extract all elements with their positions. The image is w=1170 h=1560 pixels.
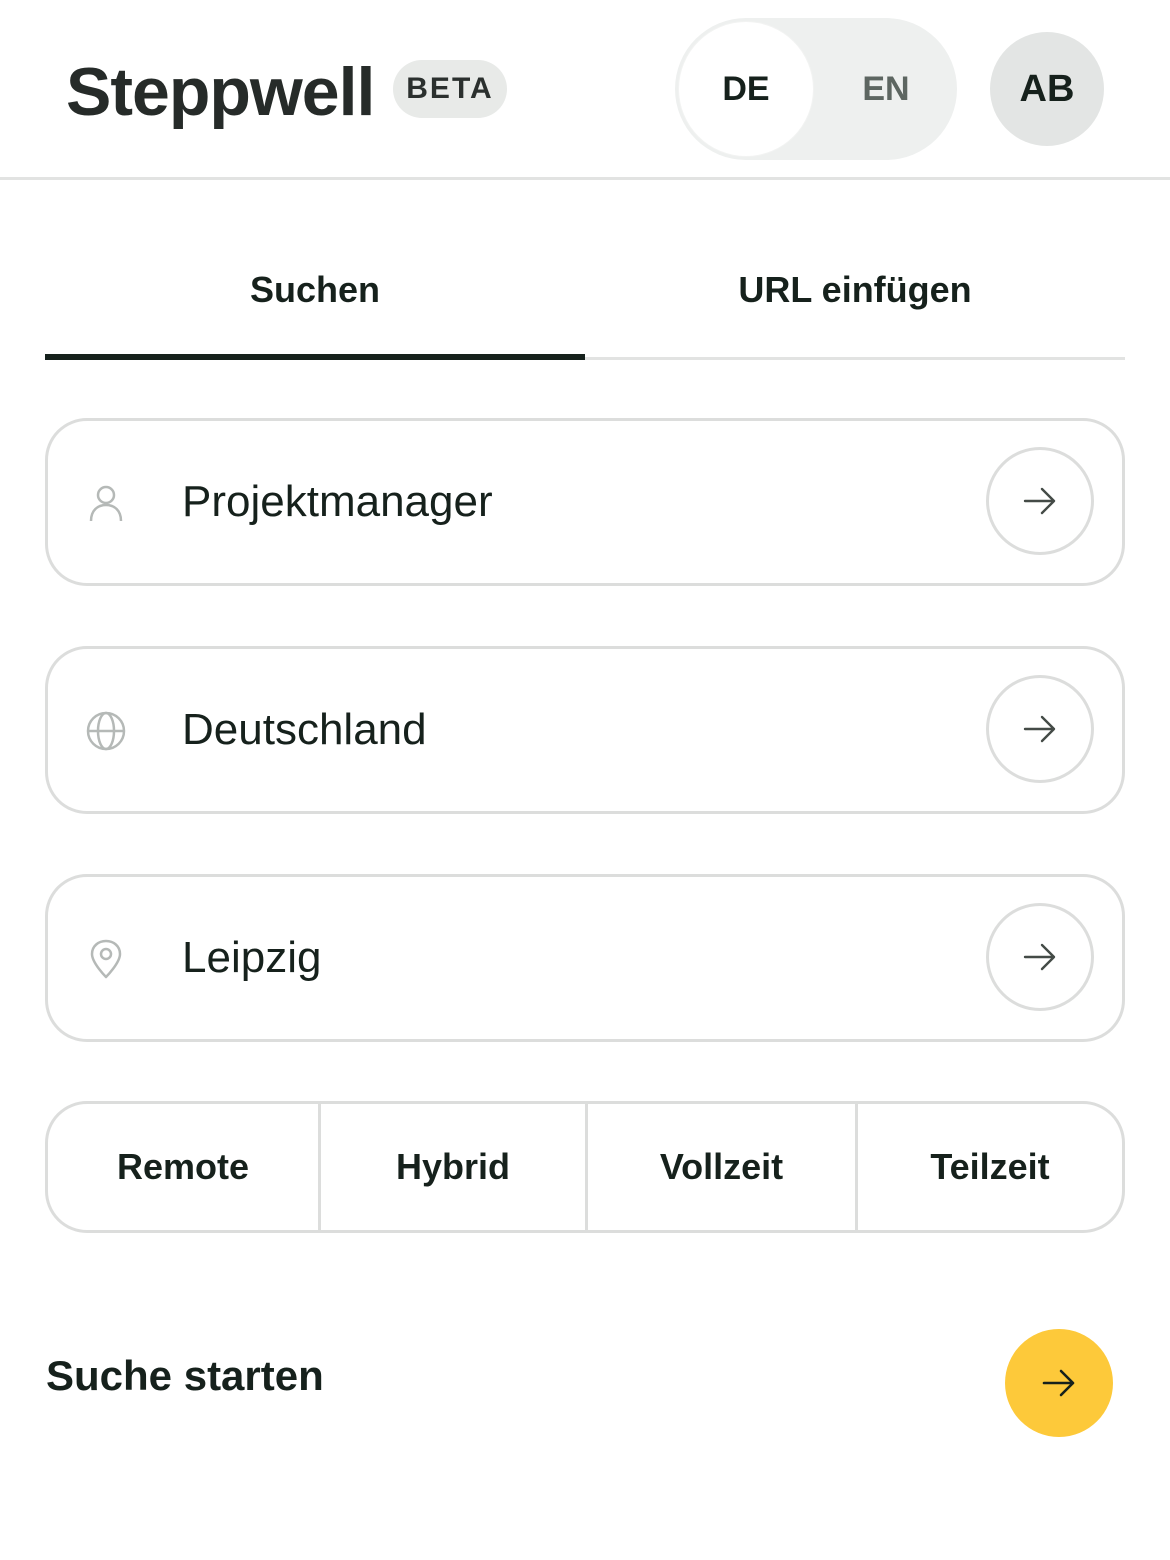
job-title-go-button[interactable]: [986, 447, 1094, 555]
city-go-button[interactable]: [986, 903, 1094, 1011]
tab-url-einfuegen[interactable]: URL einfügen: [585, 230, 1125, 357]
app-header: Steppwell BETA DE EN AB: [0, 0, 1170, 180]
job-title-value: Projektmanager: [182, 477, 493, 526]
language-option-de[interactable]: DE: [679, 22, 813, 156]
start-search-label[interactable]: Suche starten: [46, 1352, 324, 1400]
search-mode-tabs: Suchen URL einfügen: [45, 230, 1125, 360]
user-avatar[interactable]: AB: [990, 32, 1104, 146]
location-pin-icon: [90, 939, 122, 979]
country-value: Deutschland: [182, 705, 427, 754]
job-type-filters: Remote Hybrid Vollzeit Teilzeit: [45, 1101, 1125, 1233]
country-go-button[interactable]: [986, 675, 1094, 783]
city-value: Leipzig: [182, 933, 322, 982]
language-toggle[interactable]: DE EN: [675, 18, 957, 160]
person-icon: [89, 485, 123, 522]
filter-hybrid[interactable]: Hybrid: [321, 1104, 588, 1230]
beta-badge: BETA: [393, 60, 507, 118]
arrow-right-icon: [1023, 943, 1056, 971]
filter-remote[interactable]: Remote: [48, 1104, 321, 1230]
filter-teilzeit[interactable]: Teilzeit: [858, 1104, 1122, 1230]
job-title-field[interactable]: Projektmanager: [45, 418, 1125, 586]
language-option-en[interactable]: EN: [819, 22, 953, 156]
country-field[interactable]: Deutschland: [45, 646, 1125, 814]
city-field[interactable]: Leipzig: [45, 874, 1125, 1042]
start-search-button[interactable]: [1005, 1329, 1113, 1437]
arrow-right-icon: [1023, 487, 1056, 515]
globe-icon: [86, 711, 126, 751]
steppwell-logo[interactable]: Steppwell: [66, 52, 375, 132]
arrow-right-icon: [1023, 715, 1056, 743]
arrow-right-icon: [1042, 1369, 1075, 1397]
tab-suchen[interactable]: Suchen: [45, 230, 585, 360]
filter-vollzeit[interactable]: Vollzeit: [588, 1104, 858, 1230]
